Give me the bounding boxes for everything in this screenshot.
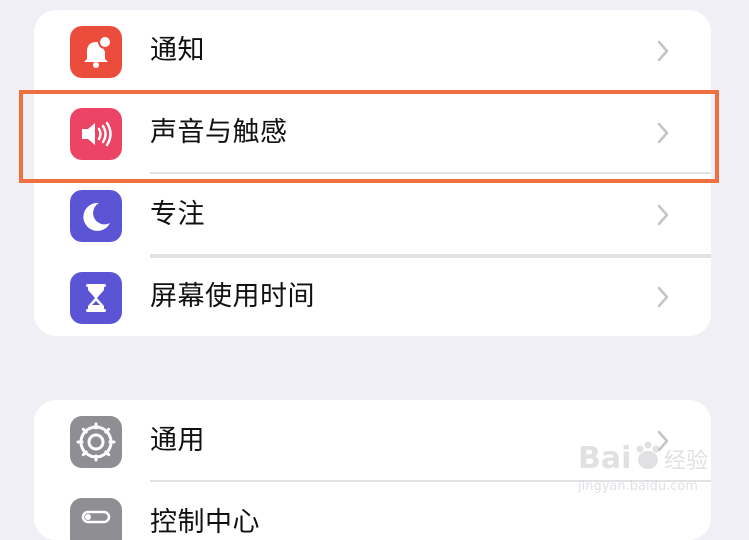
chevron-right-icon xyxy=(657,430,669,452)
settings-row-general[interactable]: 通用 xyxy=(34,400,711,482)
chevron-right-icon xyxy=(657,204,669,226)
settings-row-focus[interactable]: 专注 xyxy=(34,174,711,256)
settings-row-notifications[interactable]: 通知 xyxy=(34,10,711,92)
settings-label: 控制中心 xyxy=(150,507,260,538)
bell-badge-icon xyxy=(70,26,122,78)
settings-row-control-center[interactable]: 控制中心 xyxy=(34,482,711,540)
settings-group-2: 通用 控制中心 xyxy=(34,400,711,540)
control-center-icon xyxy=(70,498,122,540)
settings-label: 通用 xyxy=(150,425,205,456)
settings-label: 屏幕使用时间 xyxy=(150,281,315,312)
settings-row-screen-time[interactable]: 屏幕使用时间 xyxy=(34,256,711,336)
chevron-right-icon xyxy=(657,286,669,308)
highlight-box xyxy=(19,90,719,183)
chevron-right-icon xyxy=(657,40,669,62)
moon-icon xyxy=(70,190,122,242)
row-separator xyxy=(150,256,711,258)
settings-label: 专注 xyxy=(150,199,205,230)
gear-icon xyxy=(70,416,122,468)
settings-label: 通知 xyxy=(150,35,205,66)
hourglass-icon xyxy=(70,272,122,324)
